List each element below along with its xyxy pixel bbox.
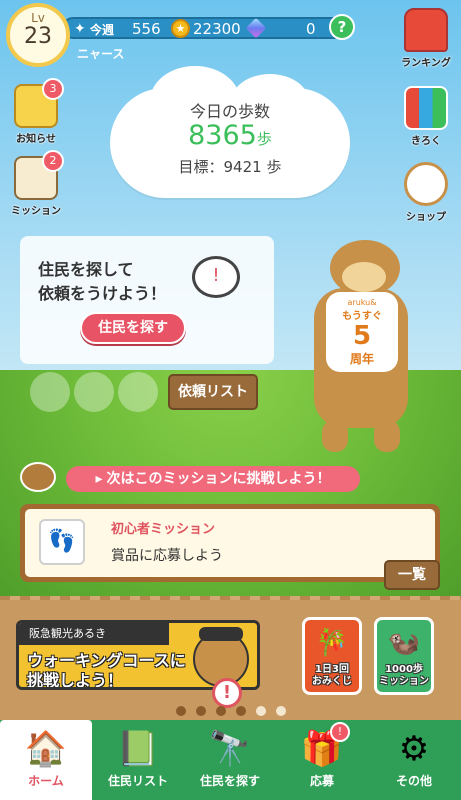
otter-character[interactable]: aruku& もうすぐ 5 周年 [312, 240, 412, 455]
gem-count: 0 [306, 20, 316, 38]
today-steps-title: 今日の歩数 [189, 102, 270, 121]
tab-home[interactable]: 🏠 ホーム [0, 720, 92, 800]
envelope-icon: 3 [14, 78, 64, 128]
tab-other[interactable]: ⚙ その他 [368, 720, 460, 800]
record-button[interactable]: きろく [396, 86, 456, 147]
coin-count: 22300 [193, 20, 241, 38]
page-dot [195, 706, 206, 716]
news-badge: 3 [42, 78, 64, 100]
page-dot [235, 706, 246, 716]
bar-chart-icon [404, 86, 448, 130]
mission-label: ミッション [11, 206, 61, 217]
loading-dot [74, 372, 114, 412]
level-badge[interactable]: Lv 23 [6, 3, 70, 67]
shout-icon: ! [192, 256, 240, 298]
coin-icon: ★ [171, 19, 190, 38]
page-indicator [0, 701, 461, 720]
bottom-tab-bar: 🏠 ホーム 📗 住民リスト 🔭 住民を探す 🎁 ! 応募 ⚙ その他 [0, 720, 461, 800]
resident-message: 住民を探して 依頼をうけよう！ [38, 260, 167, 303]
banner-line2: 挑戦しよう！ [27, 671, 124, 690]
footprint-icon: ✦ [74, 21, 86, 37]
binoculars-icon: 🔭 [208, 729, 252, 769]
page-dot [275, 706, 286, 716]
ranking-button[interactable]: ランキング [396, 8, 456, 69]
week-label: 今週 [90, 23, 115, 37]
tab-apply[interactable]: 🎁 ! 応募 [276, 720, 368, 800]
house-icon: 🏠 [24, 729, 68, 769]
today-steps-value: 8365歩 [188, 120, 272, 151]
apply-badge: ! [330, 722, 350, 742]
today-steps-cloud: 今日の歩数 8365歩 目標：9421 歩 [110, 66, 350, 198]
ranking-label: ランキング [401, 58, 451, 69]
banner-top: 阪急観光あるき [19, 623, 169, 645]
find-resident-button[interactable]: 住民を探す [80, 312, 186, 344]
otter-leg [374, 420, 400, 452]
mission-title: 初心者ミッション [111, 522, 216, 537]
tab-other-label: その他 [395, 774, 432, 788]
conductor-hat-icon [199, 627, 243, 641]
gem-icon [245, 17, 267, 39]
page-dot [175, 706, 186, 716]
loading-dot [30, 372, 70, 412]
week-steps: 556 [132, 20, 161, 38]
book-icon: 📗 [116, 729, 160, 769]
level-label: Lv [31, 11, 45, 25]
news-label: お知らせ [16, 134, 56, 145]
tab-find-resident[interactable]: 🔭 住民を探す [184, 720, 276, 800]
mission-card[interactable]: 👣 初心者ミッション 賞品に応募しよう [20, 504, 440, 582]
loading-dot [118, 372, 158, 412]
chevron-right-icon: ▸ [95, 471, 103, 487]
mission-desc: 賞品に応募しよう [111, 548, 223, 564]
tab-find-resident-label: 住民を探す [199, 774, 260, 788]
gift-icon: 🎁 [300, 729, 344, 769]
tab-resident-list-label: 住民リスト [107, 774, 168, 788]
news-button[interactable]: 3 お知らせ [6, 78, 66, 145]
shop-label: ショップ [406, 212, 446, 223]
mission-list-button[interactable]: 一覧 [384, 560, 440, 590]
otter-leg [322, 420, 348, 452]
tab-apply-label: 応募 [309, 774, 334, 788]
today-steps-goal: 目標：9421 歩 [178, 158, 282, 176]
username: ニャース [77, 47, 125, 61]
crown-icon [404, 8, 448, 52]
mission-sheet-icon: 2 [14, 150, 64, 200]
mission-prompt: ▸ 次はこのミッションに挑戦しよう！ [66, 466, 360, 492]
tab-home-label: ホーム [28, 774, 64, 788]
otter-shirt: aruku& もうすぐ 5 周年 [326, 292, 398, 372]
gear-icon: ⚙ [398, 729, 430, 769]
request-list-button[interactable]: 依頼リスト [168, 374, 258, 410]
level-number: 23 [24, 24, 52, 49]
mini-otter-icon [20, 462, 56, 492]
record-label: きろく [411, 136, 441, 147]
omikuji-tile[interactable]: 🎋 1日3回 おみくじ [302, 617, 362, 695]
shop-bag-icon [404, 162, 448, 206]
page-dot-active [255, 706, 266, 716]
tab-resident-list[interactable]: 📗 住民リスト [92, 720, 184, 800]
omikuji-label: 1日3回 おみくじ [312, 664, 352, 687]
page-dot [215, 706, 226, 716]
steps-mission-tile[interactable]: 🦦 1000歩 ミッション [374, 617, 434, 695]
otter-mission-icon: 🦦 [387, 628, 421, 658]
mission-button[interactable]: 2 ミッション [6, 150, 66, 217]
help-button[interactable]: ? [329, 14, 355, 40]
resident-speech-bubble: 住民を探して 依頼をうけよう！ ! [20, 236, 274, 364]
shop-button[interactable]: ショップ [396, 162, 456, 223]
otter-muzzle [342, 262, 386, 292]
mission-badge: 2 [42, 150, 64, 172]
steps-mission-label: 1000歩 ミッション [379, 664, 429, 687]
footprint-icon: 👣 [39, 519, 85, 565]
status-bar: ✦ 今週 556 ★ 22300 0 [62, 17, 354, 39]
omikuji-icon: 🎋 [315, 628, 349, 658]
